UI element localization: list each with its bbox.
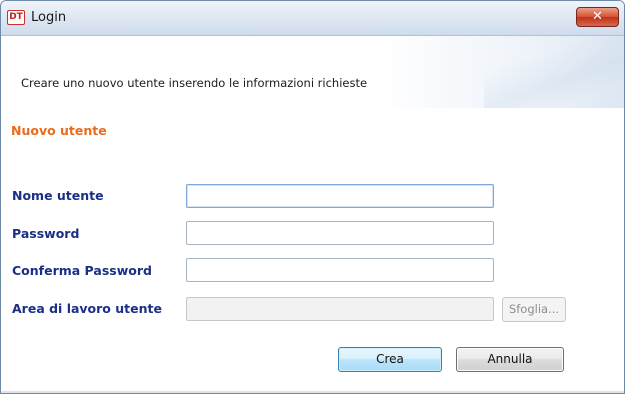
app-logo-text: DT: [9, 12, 23, 22]
confirm-password-label: Conferma Password: [12, 263, 152, 278]
browse-button: Sfoglia...: [502, 297, 566, 322]
username-input[interactable]: [186, 184, 494, 208]
workspace-input: [186, 297, 494, 321]
password-input[interactable]: [186, 221, 494, 245]
username-label: Nome utente: [12, 188, 104, 203]
close-button[interactable]: ✕: [576, 7, 619, 27]
confirm-password-input[interactable]: [186, 258, 494, 282]
header-description: Creare uno nuovo utente inserendo le inf…: [21, 76, 368, 90]
cancel-button[interactable]: Annulla: [456, 347, 564, 372]
workspace-label: Area di lavoro utente: [12, 301, 162, 316]
title-bar[interactable]: DT Login ✕: [1, 1, 624, 36]
close-icon: ✕: [592, 9, 603, 24]
app-logo-icon: DT: [7, 10, 25, 25]
header-banner: Creare uno nuovo utente inserendo le inf…: [1, 36, 624, 108]
create-button[interactable]: Crea: [338, 347, 442, 372]
section-title: Nuovo utente: [11, 123, 107, 138]
window-title: Login: [31, 10, 67, 25]
login-window: DT Login ✕ Creare uno nuovo utente inser…: [0, 0, 625, 394]
password-label: Password: [12, 226, 80, 241]
bottom-divider: [1, 391, 624, 393]
